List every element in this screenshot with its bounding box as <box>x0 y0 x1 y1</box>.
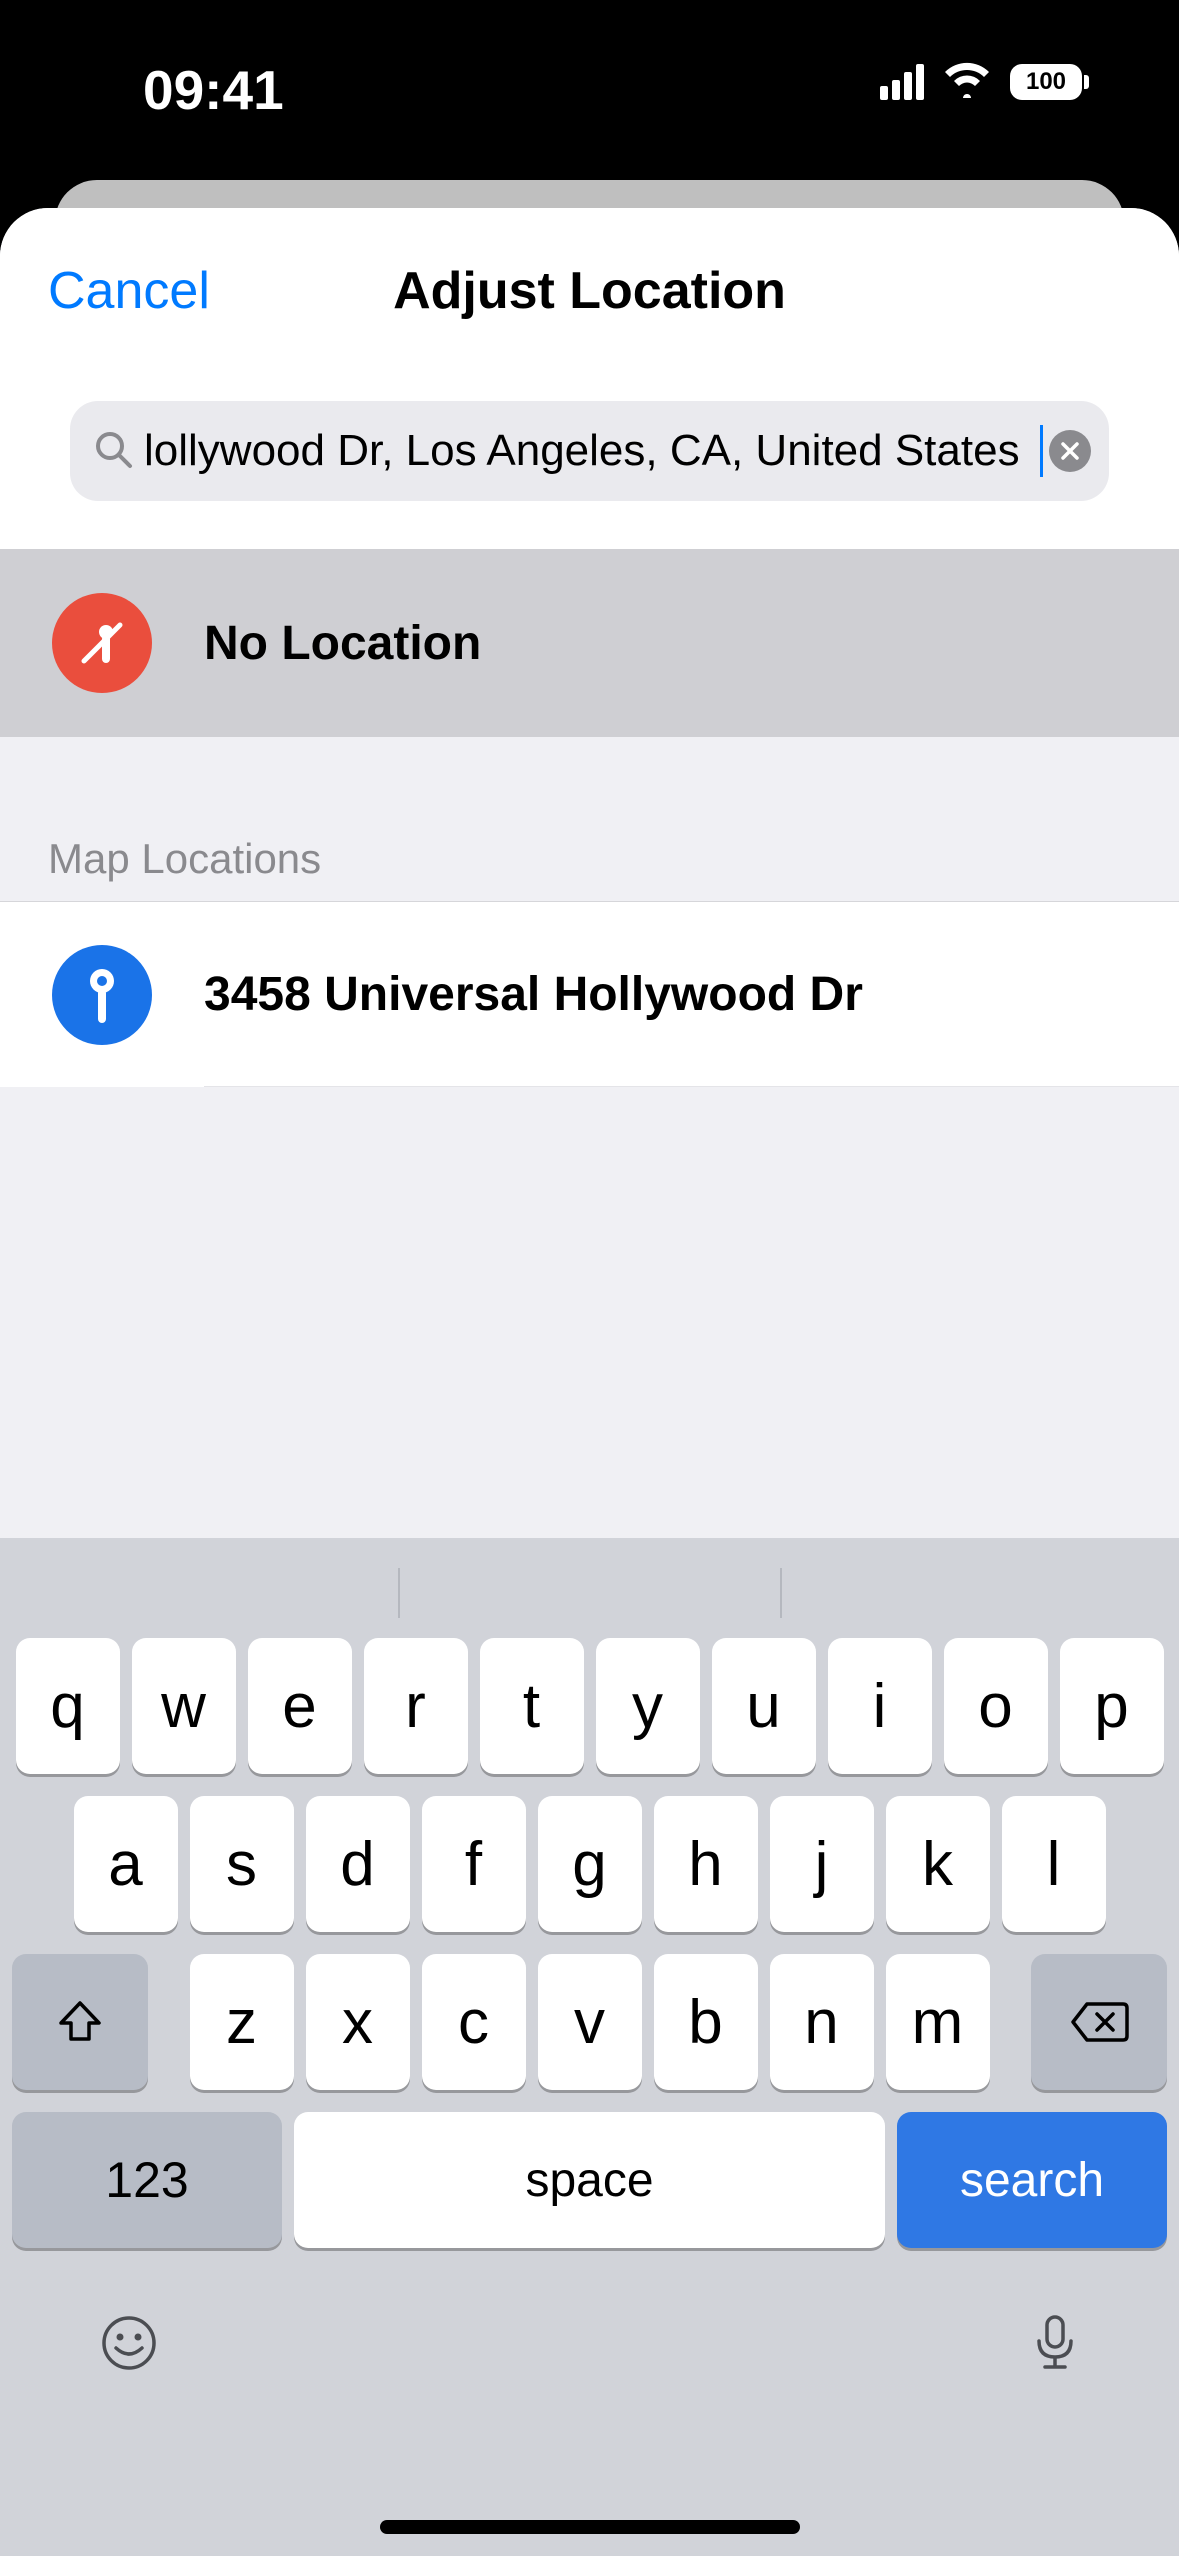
home-indicator[interactable] <box>380 2520 800 2534</box>
keyboard-row-2: a s d f g h j k l <box>12 1796 1167 1932</box>
key-e[interactable]: e <box>248 1638 352 1774</box>
key-v[interactable]: v <box>538 1954 642 2090</box>
no-location-row[interactable]: No Location <box>0 549 1179 737</box>
key-t[interactable]: t <box>480 1638 584 1774</box>
status-time: 09:41 <box>143 58 284 122</box>
key-d[interactable]: d <box>306 1796 410 1932</box>
cellular-icon <box>880 64 924 100</box>
key-i[interactable]: i <box>828 1638 932 1774</box>
keyboard-row-1: q w e r t y u i o p <box>12 1638 1167 1774</box>
key-g[interactable]: g <box>538 1796 642 1932</box>
keyboard-bottom-bar <box>0 2270 1179 2420</box>
key-a[interactable]: a <box>74 1796 178 1932</box>
key-u[interactable]: u <box>712 1638 816 1774</box>
no-location-icon <box>52 593 152 693</box>
suggestion-separator <box>780 1568 782 1618</box>
key-l[interactable]: l <box>1002 1796 1106 1932</box>
search-input[interactable] <box>134 426 1040 476</box>
text-cursor <box>1040 425 1043 477</box>
section-header-map-locations: Map Locations <box>0 737 1179 901</box>
close-icon <box>1059 440 1081 462</box>
key-o[interactable]: o <box>944 1638 1048 1774</box>
key-z[interactable]: z <box>190 1954 294 2090</box>
key-h[interactable]: h <box>654 1796 758 1932</box>
pin-icon <box>52 945 152 1045</box>
key-f[interactable]: f <box>422 1796 526 1932</box>
suggestion-separator <box>398 1568 400 1618</box>
key-p[interactable]: p <box>1060 1638 1164 1774</box>
clear-button[interactable] <box>1049 430 1091 472</box>
key-s[interactable]: s <box>190 1796 294 1932</box>
key-y[interactable]: y <box>596 1638 700 1774</box>
keyboard: q w e r t y u i o p a s d f g h <box>0 1538 1179 2556</box>
shift-icon <box>55 1997 105 2047</box>
key-search[interactable]: search <box>897 2112 1167 2248</box>
key-j[interactable]: j <box>770 1796 874 1932</box>
emoji-icon[interactable] <box>100 2314 158 2377</box>
key-shift[interactable] <box>12 1954 148 2090</box>
key-123[interactable]: 123 <box>12 2112 282 2248</box>
result-title: 3458 Universal Hollywood Dr <box>204 902 1179 1087</box>
key-c[interactable]: c <box>422 1954 526 2090</box>
key-k[interactable]: k <box>886 1796 990 1932</box>
result-row[interactable]: 3458 Universal Hollywood Dr <box>0 902 1179 1087</box>
cancel-button[interactable]: Cancel <box>48 261 210 321</box>
wifi-icon <box>942 60 992 103</box>
results-list: 3458 Universal Hollywood Dr <box>0 901 1179 1087</box>
no-location-label: No Location <box>204 616 481 671</box>
keyboard-row-4: 123 space search <box>12 2112 1167 2248</box>
battery-level: 100 <box>1010 64 1082 100</box>
keyboard-row-3: z x c v b n m <box>12 1954 1167 2090</box>
key-r[interactable]: r <box>364 1638 468 1774</box>
search-container <box>0 373 1179 549</box>
nav-bar: Cancel Adjust Location <box>0 208 1179 373</box>
search-bar[interactable] <box>70 401 1109 501</box>
suggestions-bar <box>0 1538 1179 1638</box>
key-b[interactable]: b <box>654 1954 758 2090</box>
battery-icon: 100 <box>1010 64 1089 100</box>
key-space[interactable]: space <box>294 2112 885 2248</box>
mic-icon[interactable] <box>1031 2311 1079 2380</box>
status-bar: 09:41 100 <box>0 0 1179 175</box>
key-backspace[interactable] <box>1031 1954 1167 2090</box>
page-title: Adjust Location <box>393 261 786 321</box>
search-icon <box>92 428 134 475</box>
backspace-icon <box>1069 2000 1129 2044</box>
modal-sheet: Cancel Adjust Location No Location <box>0 208 1179 2556</box>
key-m[interactable]: m <box>886 1954 990 2090</box>
key-x[interactable]: x <box>306 1954 410 2090</box>
status-right: 100 <box>880 60 1089 103</box>
key-n[interactable]: n <box>770 1954 874 2090</box>
key-q[interactable]: q <box>16 1638 120 1774</box>
key-w[interactable]: w <box>132 1638 236 1774</box>
